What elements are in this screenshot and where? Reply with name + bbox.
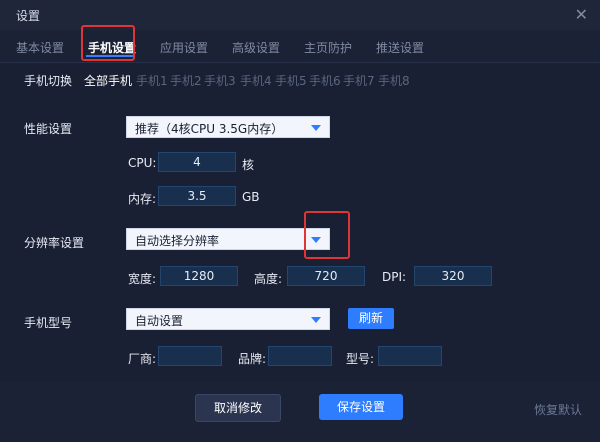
performance-selected: 推荐（4核CPU 3.5G内存） bbox=[135, 122, 284, 136]
memory-unit: GB bbox=[242, 190, 260, 204]
model-label: 手机型号 bbox=[24, 316, 73, 330]
tab-highlight-box bbox=[81, 25, 135, 61]
phone-item-7[interactable]: 手机7 bbox=[343, 72, 375, 89]
tab-advanced[interactable]: 高级设置 bbox=[232, 39, 280, 56]
phone-item-1[interactable]: 手机1 bbox=[136, 72, 168, 89]
vendor-label: 厂商: bbox=[128, 352, 157, 366]
memory-field[interactable]: 3.5 bbox=[158, 186, 236, 206]
memory-label: 内存: bbox=[128, 192, 157, 206]
phone-item-5[interactable]: 手机5 bbox=[275, 72, 307, 89]
height-label: 高度: bbox=[254, 272, 283, 286]
width-label: 宽度: bbox=[128, 272, 157, 286]
save-button[interactable]: 保存设置 bbox=[319, 394, 403, 420]
model-selected: 自动设置 bbox=[135, 314, 184, 328]
dpi-label: DPI: bbox=[382, 270, 407, 284]
divider bbox=[0, 62, 600, 63]
window-title: 设置 bbox=[16, 9, 41, 23]
tab-push[interactable]: 推送设置 bbox=[376, 39, 424, 56]
width-field[interactable]: 1280 bbox=[160, 266, 238, 286]
phone-switch-row: 手机切换 全部手机 手机1 手机2 手机3 手机4 手机5 手机6 手机7 手机… bbox=[0, 70, 600, 88]
height-field[interactable]: 720 bbox=[287, 266, 365, 286]
tab-homepage-protection[interactable]: 主页防护 bbox=[304, 39, 352, 56]
phone-item-6[interactable]: 手机6 bbox=[309, 72, 341, 89]
brand-label: 品牌: bbox=[238, 352, 267, 366]
phone-item-8[interactable]: 手机8 bbox=[378, 72, 410, 89]
performance-select[interactable]: 推荐（4核CPU 3.5G内存） bbox=[126, 116, 330, 138]
dpi-field[interactable]: 320 bbox=[414, 266, 492, 286]
performance-label: 性能设置 bbox=[24, 122, 73, 136]
cancel-button[interactable]: 取消修改 bbox=[195, 394, 281, 422]
phone-item-3[interactable]: 手机3 bbox=[204, 72, 236, 89]
chevron-down-icon bbox=[311, 317, 321, 323]
resolution-label: 分辨率设置 bbox=[24, 236, 85, 250]
cpu-field[interactable]: 4 bbox=[158, 152, 236, 172]
cpu-unit: 核 bbox=[242, 158, 255, 172]
model-field[interactable] bbox=[378, 346, 442, 366]
model-name-label: 型号: bbox=[346, 352, 375, 366]
tab-basic[interactable]: 基本设置 bbox=[16, 39, 64, 56]
phone-switch-label: 手机切换 bbox=[24, 74, 73, 88]
cpu-label: CPU: bbox=[128, 156, 157, 170]
phone-item-4[interactable]: 手机4 bbox=[240, 72, 272, 89]
close-icon[interactable]: ✕ bbox=[575, 5, 588, 24]
tab-apps[interactable]: 应用设置 bbox=[160, 39, 208, 56]
brand-field[interactable] bbox=[268, 346, 332, 366]
phone-item-all[interactable]: 全部手机 bbox=[84, 72, 132, 89]
phone-item-2[interactable]: 手机2 bbox=[170, 72, 202, 89]
resolution-selected: 自动选择分辨率 bbox=[135, 234, 220, 248]
footer-bar bbox=[0, 382, 600, 442]
vendor-field[interactable] bbox=[158, 346, 222, 366]
reset-default-link[interactable]: 恢复默认 bbox=[534, 401, 582, 418]
model-select[interactable]: 自动设置 bbox=[126, 308, 330, 330]
refresh-button[interactable]: 刷新 bbox=[348, 308, 394, 329]
resolution-select[interactable]: 自动选择分辨率 bbox=[126, 228, 330, 250]
dropdown-highlight-box bbox=[304, 211, 350, 259]
chevron-down-icon bbox=[311, 125, 321, 131]
